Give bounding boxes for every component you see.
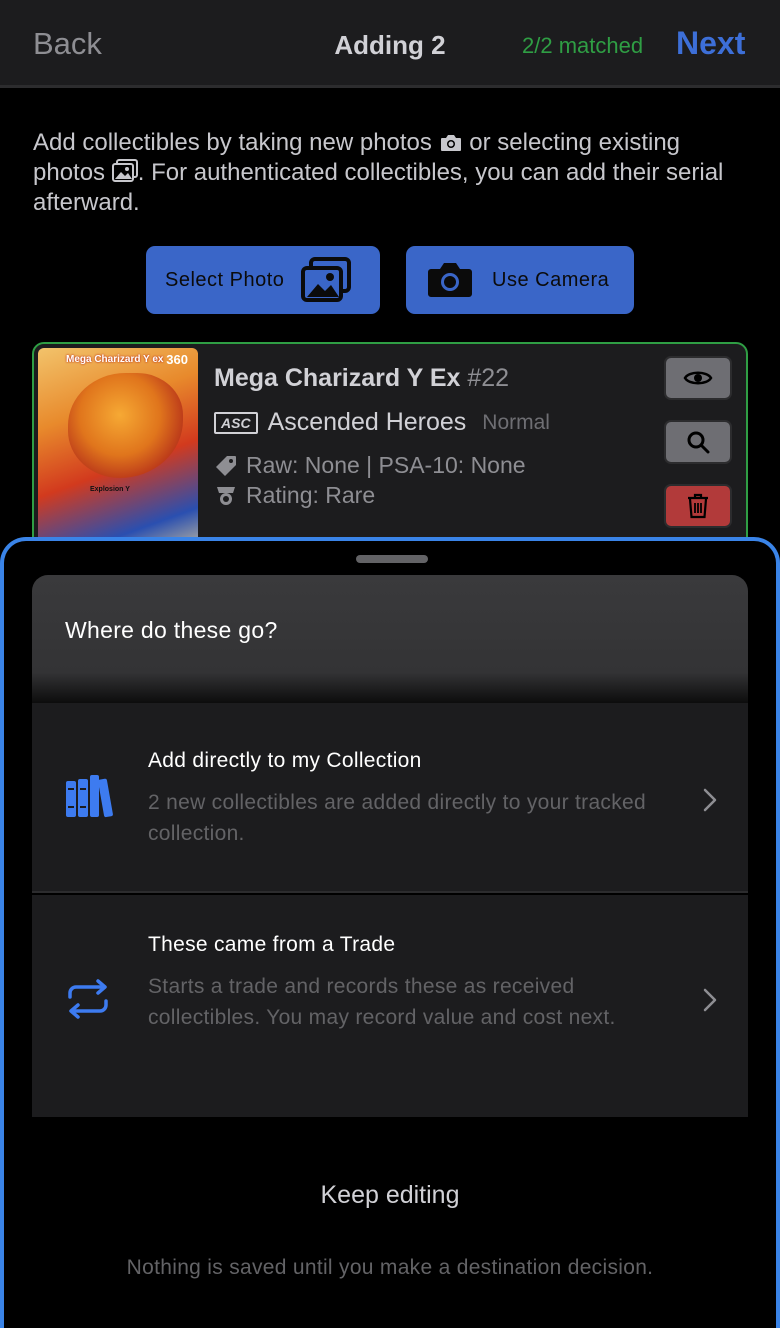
set-name: Ascended Heroes bbox=[267, 408, 467, 436]
next-button[interactable]: Next bbox=[676, 25, 745, 62]
eye-icon bbox=[683, 371, 713, 385]
card-image[interactable]: Mega Charizard Y ex 360 Explosion Y bbox=[38, 348, 198, 560]
collectible-card-row[interactable]: Mega Charizard Y ex 360 Explosion Y Mega… bbox=[32, 342, 748, 562]
photo-gallery-icon bbox=[111, 159, 138, 182]
variant-label: Normal bbox=[482, 410, 550, 434]
rating-row: Rating: Rare bbox=[214, 482, 375, 509]
card-name: Mega Charizard Y Ex bbox=[214, 364, 461, 392]
view-button[interactable] bbox=[664, 356, 732, 400]
save-note: Nothing is saved until you make a destin… bbox=[126, 1256, 654, 1279]
nav-header: Back Adding 2 2/2 matched Next bbox=[0, 0, 780, 88]
chevron-right-icon bbox=[703, 988, 717, 1012]
tag-icon bbox=[216, 455, 236, 476]
sheet-title: Where do these go? bbox=[65, 617, 278, 643]
camera-icon bbox=[440, 135, 461, 151]
back-button[interactable]: Back bbox=[33, 26, 102, 62]
photo-gallery-icon bbox=[301, 257, 352, 302]
chevron-right-icon bbox=[703, 788, 717, 812]
search-icon bbox=[687, 431, 710, 454]
trade-arrows-icon bbox=[68, 979, 108, 1019]
page-title: Adding 2 bbox=[334, 30, 446, 60]
matched-status: 2/2 matched bbox=[522, 33, 644, 58]
option-from-trade[interactable]: These came from a Trade Starts a trade a… bbox=[32, 895, 748, 1117]
card-art bbox=[68, 373, 183, 478]
option-trade-title: These came from a Trade bbox=[148, 933, 396, 956]
keep-editing-button[interactable]: Keep editing bbox=[4, 1181, 776, 1210]
set-row: ASC Ascended Heroes Normal bbox=[214, 408, 550, 437]
sheet-grabber-handle[interactable] bbox=[356, 555, 428, 563]
option-collection-title: Add directly to my Collection bbox=[148, 749, 422, 772]
card-image-attack: Explosion Y bbox=[90, 486, 130, 493]
instructions-part-1: Add collectibles by taking new photos bbox=[33, 129, 432, 156]
instructions-text: Add collectibles by taking new photos or… bbox=[33, 128, 748, 218]
option-collection-description: 2 new collectibles are added directly to… bbox=[148, 791, 646, 845]
option-add-to-collection[interactable]: Add directly to my Collection 2 new coll… bbox=[32, 703, 748, 893]
price-text: Raw: None | PSA-10: None bbox=[246, 452, 526, 478]
camera-icon bbox=[428, 263, 472, 297]
sheet-header: Where do these go? bbox=[32, 575, 748, 705]
card-image-name: Mega Charizard Y ex bbox=[66, 354, 164, 365]
search-button[interactable] bbox=[664, 420, 732, 464]
card-title: Mega Charizard Y Ex #22 bbox=[214, 364, 509, 393]
option-trade-description: Starts a trade and records these as rece… bbox=[148, 975, 616, 1029]
collection-books-icon bbox=[66, 775, 113, 818]
select-photo-button[interactable]: Select Photo bbox=[146, 246, 380, 314]
price-row: Raw: None | PSA-10: None bbox=[214, 452, 526, 479]
select-photo-label: Select Photo bbox=[165, 268, 285, 291]
card-image-hp: 360 bbox=[166, 352, 188, 367]
card-number: #22 bbox=[467, 364, 510, 392]
set-code-badge: ASC bbox=[214, 411, 258, 434]
destination-bottom-sheet: Where do these go? Add directly to my Co… bbox=[0, 537, 780, 1328]
trash-icon bbox=[688, 493, 708, 519]
use-camera-label: Use Camera bbox=[492, 268, 610, 291]
use-camera-button[interactable]: Use Camera bbox=[406, 246, 634, 314]
rating-badge-icon bbox=[217, 486, 235, 505]
delete-button[interactable] bbox=[664, 484, 732, 528]
rating-text: Rating: Rare bbox=[246, 482, 376, 508]
